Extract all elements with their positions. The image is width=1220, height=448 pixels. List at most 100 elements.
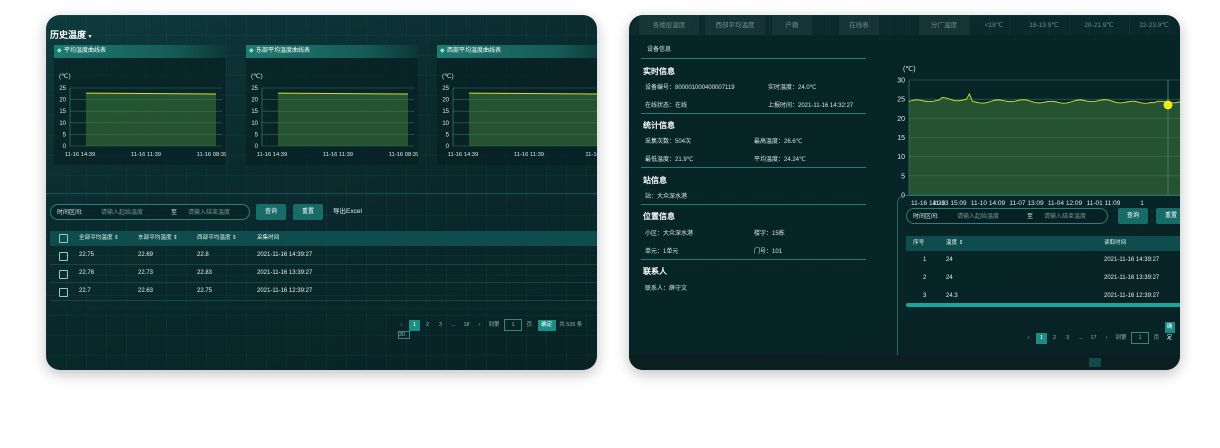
building: 楼字：15栋 <box>754 231 785 237</box>
right-pager: ‹ 1 2 3... 17 › 到第 1 页 确定 <box>1023 322 1177 344</box>
reset-button[interactable]: 重置 <box>293 204 323 220</box>
start-temp-input[interactable]: 请输入起始温度 <box>957 209 999 225</box>
y-unit-label: (℃) <box>251 73 263 80</box>
total-count: 共 535 条 <box>559 322 583 328</box>
realtime-temp: 实时温度：24.0℃ <box>768 85 817 91</box>
legend-18-19: 18-19.9℃ <box>1029 22 1059 29</box>
y-tick-label: 0 <box>63 144 67 150</box>
nav-household[interactable]: 户籍 <box>772 15 812 37</box>
time-range-filter: 时间区间: 请输入起始温度 至 请输入结束温度 <box>50 204 250 220</box>
goto-confirm-button[interactable]: 确定 <box>537 320 556 331</box>
col-header-west-avg[interactable]: 西部平均温度 ⇕ <box>197 231 237 246</box>
station-title: 站信息 <box>643 176 667 185</box>
col-header-east-avg[interactable]: 东部平均温度 ⇕ <box>138 231 178 246</box>
goto-label: 到第 <box>488 322 500 328</box>
max-temp: 最高温度：26.6℃ <box>754 139 803 145</box>
time-range-label: 时间区间: <box>57 210 83 216</box>
end-temp-input[interactable]: 请输入结束温度 <box>188 205 230 221</box>
x-tick-label: 11-16 0 <box>585 152 597 158</box>
realtime-title: 实时信息 <box>643 67 675 76</box>
goto-confirm-button[interactable]: 确定 <box>1164 322 1175 341</box>
y-tick-label: 5 <box>255 132 259 138</box>
nav-west-avg[interactable]: 西部平均温度 <box>705 15 765 37</box>
table-row: 22.7 22.63 22.75 2021-11-16 12:39:27 <box>50 283 597 301</box>
history-temperature-card: 历史温度 ▾ ◆ 平均温度曲线表 (℃) 25 20 15 10 5 0 11-16 14:39… <box>46 15 597 370</box>
left-pager: ‹ 1 2 3... 18 › 到第 1 页 确定 共 535 条 30 <box>396 319 597 339</box>
row-checkbox[interactable] <box>59 288 68 297</box>
device-info-header: 设备信息 <box>647 47 672 53</box>
y-tick-label: 10 <box>251 121 258 127</box>
goto-page-input[interactable]: 1 <box>1131 332 1150 344</box>
reading-table-header: 序号 温度 ⇕ 读取时间 <box>906 236 1180 251</box>
y-tick-label: 20 <box>897 116 905 123</box>
cell-all-avg: 22.75 <box>79 252 95 258</box>
page-2[interactable]: 2 <box>1049 333 1060 344</box>
y-tick-label: 25 <box>442 86 449 92</box>
nav-online[interactable]: 在线表 <box>839 15 879 37</box>
x-tick-label: 11-16 11:39 <box>514 152 544 158</box>
col-header-temp[interactable]: 温度 ⇕ <box>946 236 963 251</box>
page-1[interactable]: 1 <box>1036 333 1047 344</box>
cell-temp: 24 <box>946 257 953 263</box>
west-temp-chart-panel: ◆ 西部平均温度曲线表 (℃) 25 20 15 10 5 0 11-16 14:39 11-16… <box>437 45 597 165</box>
page-size-select[interactable]: 30 <box>398 331 410 339</box>
end-temp-input[interactable]: 请输入结束温度 <box>1044 209 1086 225</box>
page-last[interactable]: 17 <box>1088 333 1099 344</box>
stats-title: 统计信息 <box>643 121 675 130</box>
y-unit-label: (℃) <box>59 73 71 80</box>
history-title-dropdown[interactable]: 历史温度 ▾ <box>50 28 92 41</box>
y-tick-label: 15 <box>59 109 66 115</box>
x-tick-label: 11-16 14:39 <box>65 152 96 158</box>
row-checkbox[interactable] <box>59 270 68 279</box>
prev-page-icon[interactable]: ‹ <box>396 320 407 331</box>
leaf-icon: ◆ <box>440 48 445 54</box>
x-tick-label: 11-16 14:39 <box>448 152 479 158</box>
x-tick-label: 11-16 11:39 <box>131 152 161 158</box>
goto-page-input[interactable]: 1 <box>504 319 523 331</box>
col-header-index: 序号 <box>913 240 925 246</box>
query-button[interactable]: 查询 <box>256 204 286 220</box>
history-title: 历史温度 <box>50 30 87 40</box>
col-header-all-avg[interactable]: 全部平均温度 ⇕ <box>79 231 119 246</box>
cell-time: 2021-11-16 13:39:27 <box>257 270 313 276</box>
page-1[interactable]: 1 <box>409 320 420 331</box>
cell-read-time: 2021-11-16 14:39:27 <box>1104 257 1160 263</box>
page-3[interactable]: 3 <box>1062 333 1073 344</box>
reset-button[interactable]: 重置 <box>1156 208 1180 224</box>
caret-down-icon: ▾ <box>88 34 92 40</box>
cell-all-avg: 22.7 <box>79 288 91 294</box>
page-ellipsis: ... <box>1078 335 1083 341</box>
y-tick-label: 20 <box>251 98 258 104</box>
select-all-checkbox[interactable] <box>59 234 68 243</box>
legend-22-23: 22-23.9℃ <box>1139 22 1169 29</box>
prev-page-icon[interactable]: ‹ <box>1023 333 1034 344</box>
next-page-icon[interactable]: › <box>1101 333 1112 344</box>
query-button[interactable]: 查询 <box>1118 208 1148 224</box>
time-range-filter: 时间区间: 请输入起始温度 至 请输入结束温度 <box>906 208 1108 224</box>
east-temp-line-chart: (℃) 25 20 15 10 5 0 11-16 14:39 11-16 11:39 11-16… <box>251 73 418 158</box>
page-3[interactable]: 3 <box>435 320 446 331</box>
horizontal-scrollbar[interactable] <box>906 303 1180 307</box>
avg-temp: 平均温度：24.24℃ <box>754 157 806 163</box>
page-ellipsis: ... <box>451 322 456 328</box>
hover-point-marker <box>1163 100 1173 110</box>
table-row: 2 24 2021-11-16 13:39:27 <box>906 270 1180 287</box>
device-info-modal: 设备信息 实时信息 设备编号：800001000400007119 实时温度：2… <box>629 35 1180 362</box>
table-fade <box>50 302 597 310</box>
chart-title: 东部平均温度曲线表 <box>256 48 311 54</box>
background-page-indicator <box>1089 358 1101 367</box>
y-tick-label: 5 <box>901 173 905 180</box>
nav-floor-temp[interactable]: 各楼层温度 <box>639 15 699 37</box>
next-page-icon[interactable]: › <box>474 320 485 331</box>
cell-west-avg: 22.83 <box>197 270 213 276</box>
nav-branch-temp[interactable]: 分厂温度 <box>919 15 969 37</box>
device-temp-line-chart: (℃)30252015105011-16 14:3911-13 15:09 11-… <box>897 66 1180 205</box>
contact-name: 联系人：薛守文 <box>645 286 688 292</box>
page-2[interactable]: 2 <box>422 320 433 331</box>
cell-time: 2021-11-16 14:39:27 <box>257 252 313 258</box>
cell-east-avg: 22.73 <box>138 270 154 276</box>
page-last[interactable]: 18 <box>461 320 472 331</box>
export-excel-button[interactable]: 导出Excel <box>333 204 362 220</box>
row-checkbox[interactable] <box>59 252 68 261</box>
start-temp-input[interactable]: 请输入起始温度 <box>101 205 143 221</box>
